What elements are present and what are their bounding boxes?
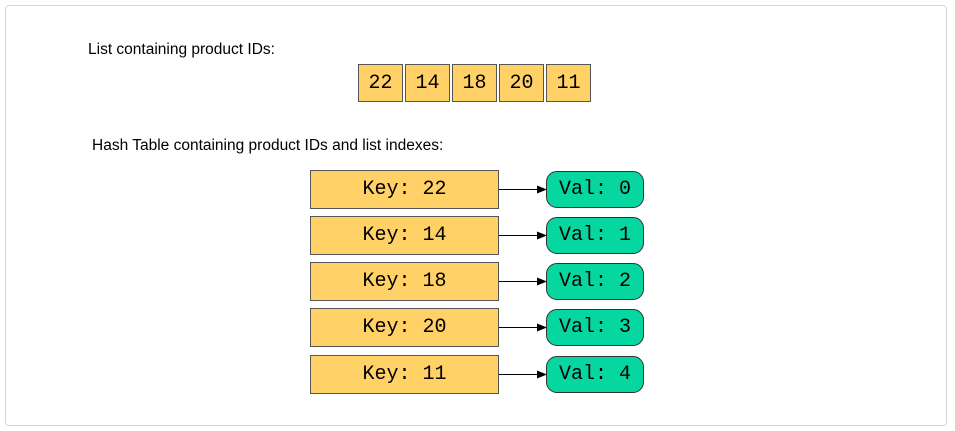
hash-key-box: Key: 11 — [310, 355, 499, 394]
hash-value-box: Val: 0 — [546, 171, 644, 208]
hash-key-box: Key: 14 — [310, 216, 499, 255]
hash-key-box: Key: 22 — [310, 170, 499, 209]
hash-key-box: Key: 20 — [310, 308, 499, 347]
hash-value-box: Val: 2 — [546, 263, 644, 300]
hash-value-box: Val: 3 — [546, 309, 644, 346]
hash-value-box: Val: 1 — [546, 217, 644, 254]
hash-value-box: Val: 4 — [546, 356, 644, 393]
hash-key-box: Key: 18 — [310, 262, 499, 301]
